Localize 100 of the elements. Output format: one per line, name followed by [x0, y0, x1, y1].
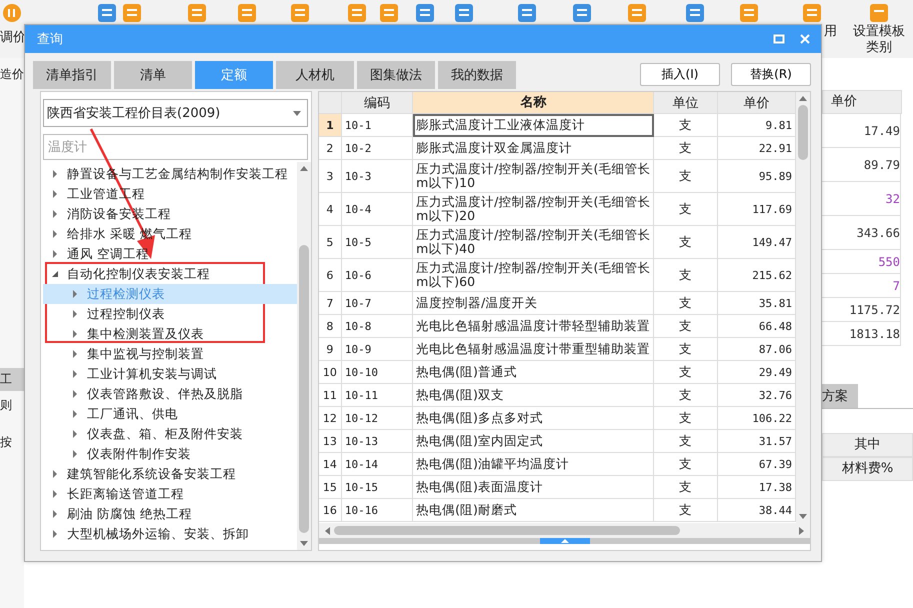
toolbar-icon[interactable] [737, 2, 761, 24]
side-label: 则 [0, 397, 13, 414]
table-cell: 光电比色辐射感温温度计带重型辅助装置 [413, 338, 654, 361]
tree-item[interactable]: 集中监视与控制装置 [87, 346, 204, 362]
caret-icon[interactable] [51, 190, 59, 198]
maximize-icon[interactable] [773, 33, 785, 45]
close-icon[interactable] [799, 33, 811, 45]
scroll-down-icon[interactable] [799, 514, 807, 519]
table-cell: 支 [654, 499, 718, 522]
caret-icon[interactable] [71, 290, 79, 298]
row-number: 13 [319, 430, 342, 453]
table-cell: 10-2 [342, 137, 414, 160]
scroll-left-icon[interactable] [325, 526, 330, 534]
row-number: 7 [319, 292, 342, 315]
toolbar-icon[interactable] [452, 2, 476, 24]
table-cell: 支 [654, 193, 718, 226]
tree-item[interactable]: 仪表盘、箱、柜及附件安装 [87, 426, 243, 442]
insert-button[interactable]: 插入(I) [640, 63, 720, 86]
caret-icon[interactable] [71, 350, 79, 358]
caret-icon[interactable] [51, 250, 59, 258]
caret-icon[interactable] [71, 390, 79, 398]
caret-icon[interactable] [51, 530, 59, 538]
tree-item[interactable]: 长距离输送管道工程 [67, 486, 184, 502]
table-cell: 热电偶(阻)表面温度计 [413, 476, 654, 499]
caret-icon[interactable] [51, 210, 59, 218]
side-tab[interactable]: 工 [0, 368, 24, 391]
tree-item[interactable]: 刷油 防腐蚀 绝热工程 [67, 506, 192, 522]
table-cell: 10-14 [342, 453, 414, 476]
row-number: 4 [319, 193, 342, 226]
tree-item[interactable]: 通风 空调工程 [67, 246, 149, 262]
splitter-handle[interactable] [540, 538, 590, 544]
toolbar-icon[interactable] [377, 2, 401, 24]
tree-item[interactable]: 自动化控制仪表安装工程 [67, 266, 210, 282]
toolbar-icon[interactable] [413, 2, 437, 24]
scroll-up-icon[interactable] [799, 96, 807, 101]
toolbar-label[interactable]: 用 [824, 22, 837, 40]
toolbar-icon[interactable] [185, 2, 209, 24]
caret-icon[interactable] [71, 430, 79, 438]
tree-item[interactable]: 工厂通讯、供电 [87, 406, 178, 422]
row-number: 15 [319, 476, 342, 499]
toolbar-icon[interactable] [625, 2, 649, 24]
price-cell: 32 [886, 192, 900, 206]
table-cell: 10-6 [342, 259, 414, 292]
scroll-down-icon[interactable] [300, 541, 308, 546]
tree-item[interactable]: 仪表管路敷设、伴热及脱脂 [87, 386, 243, 402]
tree-item[interactable]: 过程控制仪表 [87, 306, 165, 322]
table-cell: 支 [654, 315, 718, 338]
tree-item[interactable]: 大型机械场外运输、安装、拆卸 [67, 526, 249, 542]
column-header[interactable]: 单位 [654, 92, 718, 114]
scroll-up-icon[interactable] [300, 166, 308, 171]
toolbar-label[interactable]: 设置模板类别 [851, 24, 907, 56]
tab[interactable]: 清单 [114, 61, 192, 89]
caret-icon[interactable] [51, 230, 59, 238]
row-number: 12 [319, 407, 342, 430]
scroll-right-icon[interactable] [799, 526, 804, 534]
search-field[interactable]: 温度计 [43, 134, 308, 160]
toolbar-icon[interactable] [120, 2, 144, 24]
caret-icon[interactable] [71, 310, 79, 318]
table-cell: 支 [654, 453, 718, 476]
tab[interactable]: 我的数据 [438, 61, 516, 89]
side-label: 造价 [0, 66, 24, 83]
toolbar-icon[interactable] [570, 2, 594, 24]
caret-icon[interactable] [51, 270, 59, 278]
caret-icon[interactable] [51, 170, 59, 178]
price-cell: 89.79 [864, 158, 900, 172]
caret-icon[interactable] [71, 370, 79, 378]
price-cell: 1813.18 [849, 326, 900, 340]
scrollbar-thumb[interactable] [798, 105, 808, 160]
toolbar-icon[interactable] [288, 2, 312, 24]
column-header[interactable]: 单价 [718, 92, 796, 114]
toolbar-icon[interactable] [235, 2, 259, 24]
tree-item[interactable]: 集中检测装置及仪表 [87, 326, 204, 342]
scrollbar-thumb[interactable] [334, 526, 680, 535]
toolbar-icon[interactable] [95, 2, 119, 24]
column-header[interactable]: 名称 [413, 92, 654, 114]
table-cell: 温度控制器/温度开关 [413, 292, 654, 315]
caret-icon[interactable] [51, 490, 59, 498]
dropdown-icon[interactable] [293, 110, 301, 116]
tab[interactable]: 图集做法 [357, 61, 435, 89]
scrollbar-thumb[interactable] [299, 245, 309, 533]
tree-item[interactable]: 工业计算机安装与调试 [87, 366, 217, 382]
adjust-price-icon[interactable] [0, 2, 24, 24]
toolbar-icon[interactable] [345, 2, 369, 24]
toolbar-icon[interactable] [515, 2, 539, 24]
replace-button[interactable]: 替换(R) [731, 63, 811, 86]
tab[interactable]: 人材机 [276, 61, 354, 89]
caret-icon[interactable] [71, 330, 79, 338]
tab[interactable]: 清单指引 [33, 61, 111, 89]
toolbar-icon[interactable] [683, 2, 707, 24]
column-header[interactable]: 编码 [342, 92, 414, 114]
caret-icon[interactable] [71, 450, 79, 458]
caret-icon[interactable] [51, 510, 59, 518]
tree-item[interactable]: 建筑智能化系统设备安装工程 [67, 466, 236, 482]
caret-icon[interactable] [51, 470, 59, 478]
tab[interactable]: 方案 [822, 384, 858, 408]
library-select[interactable]: 陕西省安装工程价目表(2009) [43, 99, 308, 127]
toolbar-label[interactable]: 调价 [0, 28, 26, 46]
toolbar-icon[interactable] [800, 2, 824, 24]
tree-item[interactable]: 仪表附件制作安装 [87, 446, 191, 462]
caret-icon[interactable] [71, 410, 79, 418]
